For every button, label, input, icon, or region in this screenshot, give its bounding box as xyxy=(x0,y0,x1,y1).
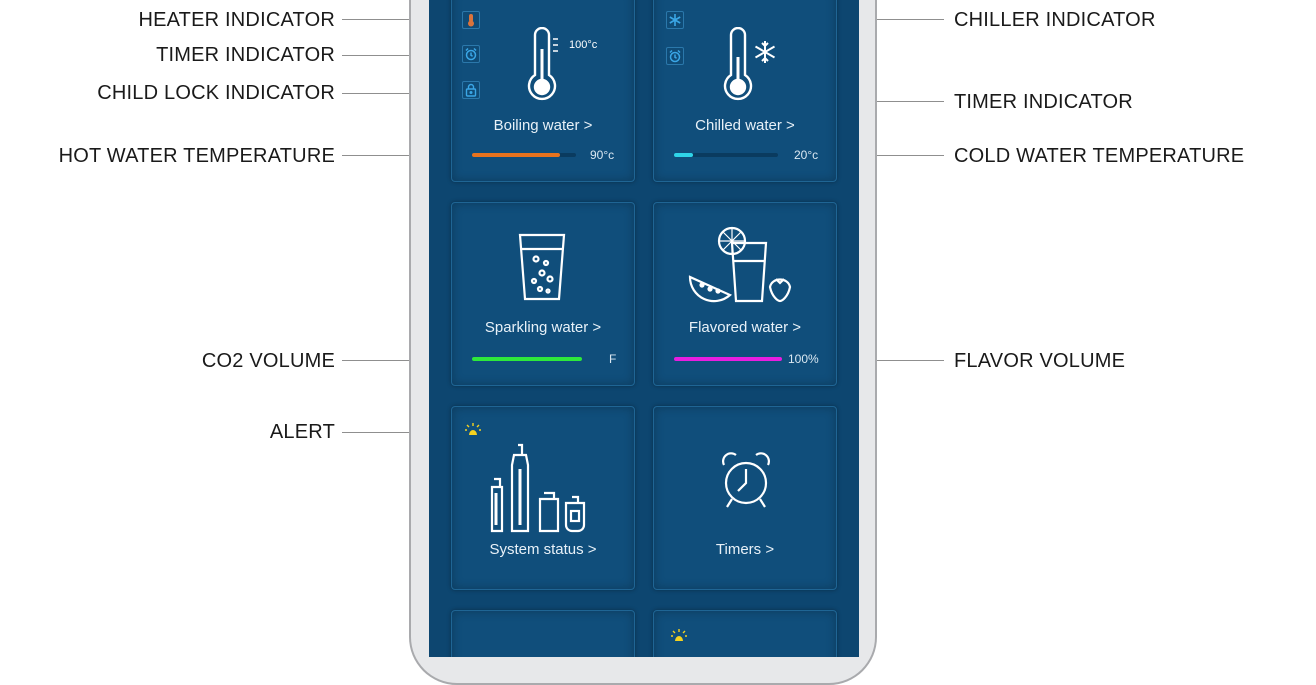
flavored-water-icon xyxy=(688,226,792,303)
chilled-water-title: Chilled water > xyxy=(695,117,795,134)
timer-indicator-right-label: TIMER INDICATOR xyxy=(954,91,1133,113)
thermometer-icon xyxy=(527,27,558,101)
snowflake-icon xyxy=(754,41,776,63)
boiling-water-tile[interactable]: 100°c Boiling water > 90°c xyxy=(451,0,635,182)
app-screen: 100°c Boiling water > 90°c Chilled water… xyxy=(429,0,859,657)
alarm-clock-icon xyxy=(722,452,770,508)
chiller-indicator-label: CHILLER INDICATOR xyxy=(954,9,1156,31)
heater-indicator-icon xyxy=(462,11,480,29)
hot-water-temperature-fill xyxy=(472,153,561,157)
hot-water-temperature-value: 90°c xyxy=(590,148,615,162)
sparkling-glass-icon xyxy=(518,233,566,301)
boiling-water-title: Boiling water > xyxy=(493,117,593,134)
system-status-title: System status > xyxy=(489,541,597,558)
chiller-indicator-icon xyxy=(666,11,684,29)
hot-water-temperature-label: HOT WATER TEMPERATURE xyxy=(58,145,335,167)
alert-label: ALERT xyxy=(269,421,335,443)
co2-volume-label: CO2 VOLUME xyxy=(201,350,335,372)
cold-water-temperature-bar xyxy=(674,153,778,157)
flavor-volume-fill xyxy=(674,357,782,361)
heater-icon-bulb xyxy=(468,20,474,27)
sparkling-water-tile[interactable]: Sparkling water > F xyxy=(451,202,635,386)
hot-water-temperature-bar xyxy=(472,153,576,157)
alert-icon xyxy=(465,423,481,435)
co2-volume-value: F xyxy=(609,352,617,366)
timer-indicator-icon xyxy=(462,45,480,63)
alert-icon xyxy=(671,629,687,641)
flavored-water-title: Flavored water > xyxy=(688,319,802,336)
bottles-icon xyxy=(490,443,586,533)
child-lock-indicator-label: CHILD LOCK INDICATOR xyxy=(97,82,335,104)
timers-title: Timers > xyxy=(715,541,775,558)
cold-water-temperature-label: COLD WATER TEMPERATURE xyxy=(954,145,1245,167)
flavor-volume-value: 100% xyxy=(788,352,819,366)
cold-water-temperature-fill xyxy=(674,153,693,157)
chilled-timer-indicator-icon xyxy=(666,47,684,65)
boiling-setpoint: 100°c xyxy=(569,39,598,51)
alert-light xyxy=(469,430,477,435)
system-status-tile[interactable]: System status > xyxy=(451,406,635,590)
child-lock-indicator-icon xyxy=(462,81,480,99)
flavored-water-tile[interactable]: Flavored water > 100% xyxy=(653,202,837,386)
flavor-volume-label: FLAVOR VOLUME xyxy=(954,350,1126,372)
flavor-volume-bar xyxy=(674,357,782,361)
heater-indicator-label: HEATER INDICATOR xyxy=(138,9,335,31)
co2-volume-fill xyxy=(472,357,582,361)
cold-water-temperature-value: 20°c xyxy=(794,148,819,162)
co2-volume-bar xyxy=(472,357,582,361)
alert-light xyxy=(675,636,683,641)
chilled-water-tile[interactable]: Chilled water > 20°c xyxy=(653,0,837,182)
bottom-right-tile[interactable] xyxy=(653,610,837,657)
timer-indicator-left-label: TIMER INDICATOR xyxy=(156,44,335,66)
timers-tile[interactable]: Timers > xyxy=(653,406,837,590)
bottom-left-tile[interactable] xyxy=(451,610,635,657)
sparkling-water-title: Sparkling water > xyxy=(484,319,602,336)
